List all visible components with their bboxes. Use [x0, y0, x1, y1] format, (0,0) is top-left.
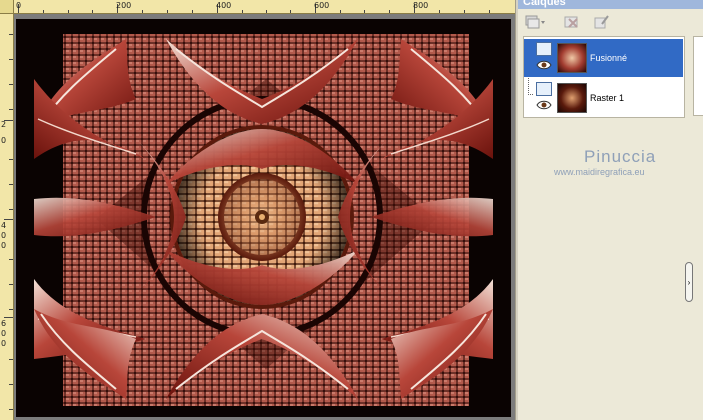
layer-name: Raster 1: [590, 93, 625, 103]
vertical-ruler: 2 0 4 0 0 6 0 0: [0, 14, 14, 420]
layer-properties-icon: [594, 15, 609, 29]
chevron-right-icon: ›: [687, 277, 691, 287]
delete-layer-button[interactable]: [562, 12, 582, 32]
ruler-label: 6: [1, 319, 7, 328]
ruler-label: 0: [1, 329, 7, 338]
ruler-label: 0: [1, 231, 7, 240]
panel-collapse-handle[interactable]: ›: [685, 262, 693, 302]
new-layer-icon: [525, 15, 545, 29]
layer-row-raster-1[interactable]: Raster 1: [524, 79, 683, 117]
ruler-label: 200: [116, 1, 132, 10]
ruler-label: 800: [413, 1, 429, 10]
watermark-url: www.maidiregrafica.eu: [554, 167, 645, 177]
ruler-label: 400: [216, 1, 232, 10]
ruler-label: 4: [1, 221, 7, 230]
ruler-label: 0: [1, 136, 7, 145]
ruler-label: 600: [314, 1, 330, 10]
delete-layer-icon: [564, 16, 578, 28]
ruler-label: 0: [1, 241, 7, 250]
artwork-image[interactable]: [16, 19, 511, 417]
canvas-area[interactable]: [14, 14, 515, 420]
ruler-label: 0: [16, 1, 22, 10]
ruler-label: 0: [1, 339, 7, 348]
layer-list: Fusionné Raster 1: [523, 36, 685, 118]
palette-toolbar: [518, 9, 703, 35]
watermark-name: Pinuccia: [584, 147, 657, 166]
palette-title-bar[interactable]: Calques: [518, 0, 703, 9]
palette-title: Calques: [523, 0, 566, 8]
raster-layer-icon: [536, 42, 552, 56]
raster-layer-icon: [536, 82, 552, 96]
layer-row-fusionne[interactable]: Fusionné: [524, 39, 683, 77]
layer-name: Fusionné: [590, 53, 628, 63]
new-layer-button[interactable]: [523, 12, 549, 32]
ruler-label: 2: [1, 120, 7, 129]
horizontal-ruler: 0 200 400 600 800: [0, 0, 515, 14]
layer-thumbnail: [557, 83, 587, 113]
layers-palette: Calques Fusionné Raster 1 Pinuccia www.m…: [518, 0, 703, 420]
layer-properties-strip: [693, 36, 703, 116]
layer-properties-button[interactable]: [592, 12, 612, 32]
visibility-eye-icon[interactable]: [536, 59, 552, 71]
ruler-corner: [0, 0, 14, 14]
layer-thumbnail: [557, 43, 587, 73]
visibility-eye-icon[interactable]: [536, 99, 552, 111]
